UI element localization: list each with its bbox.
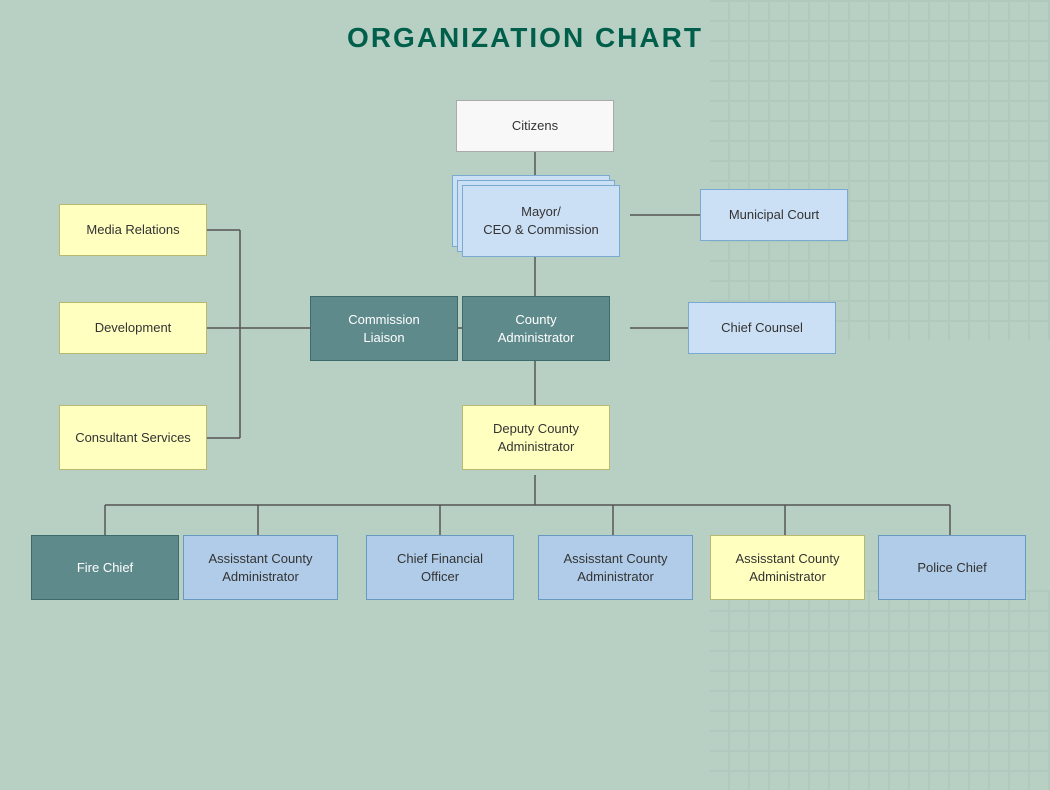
chief-counsel-box: Chief Counsel [688, 302, 836, 354]
police-chief-box: Police Chief [878, 535, 1026, 600]
consultant-services-box: Consultant Services [59, 405, 207, 470]
municipal-court-box: Municipal Court [700, 189, 848, 241]
citizens-box: Citizens [456, 100, 614, 152]
asst-admin-3-box: Assisstant County Administrator [710, 535, 865, 600]
cfo-box: Chief Financial Officer [366, 535, 514, 600]
asst-admin-2-box: Assisstant County Administrator [538, 535, 693, 600]
county-administrator-box: County Administrator [462, 296, 610, 361]
asst-admin-1-box: Assisstant County Administrator [183, 535, 338, 600]
fire-chief-box: Fire Chief [31, 535, 179, 600]
page-title: ORGANIZATION CHART [0, 0, 1050, 54]
deputy-county-admin-box: Deputy County Administrator [462, 405, 610, 470]
media-relations-box: Media Relations [59, 204, 207, 256]
development-box: Development [59, 302, 207, 354]
commission-liaison-box: Commission Liaison [310, 296, 458, 361]
